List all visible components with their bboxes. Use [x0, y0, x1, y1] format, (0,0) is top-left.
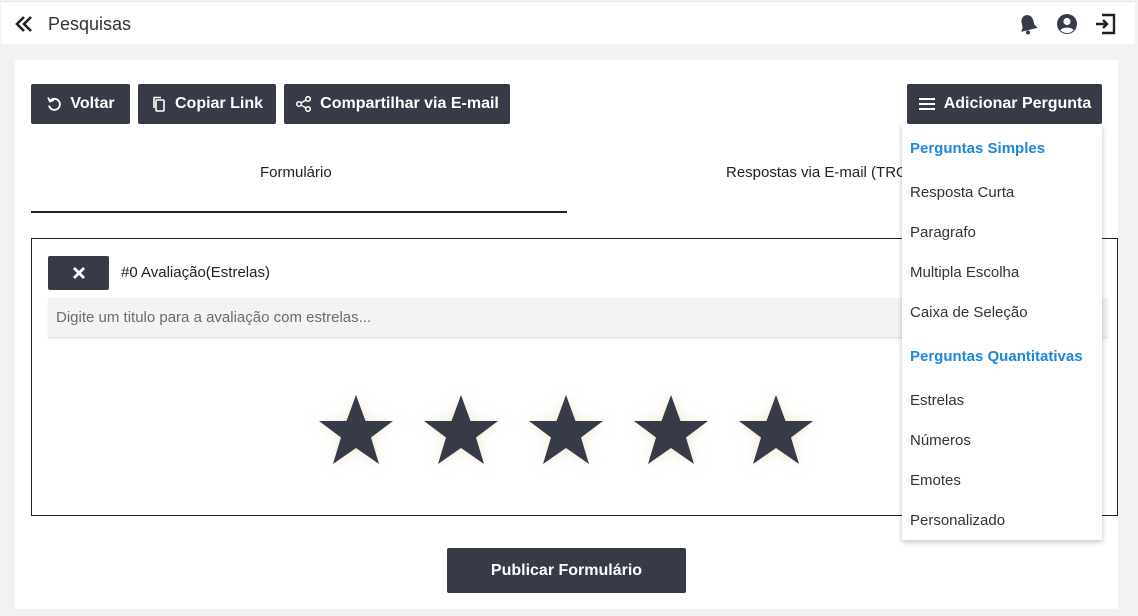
- remove-question-button[interactable]: [48, 256, 109, 290]
- star-icon[interactable]: [316, 391, 396, 471]
- active-tab-indicator: [31, 211, 567, 213]
- undo-icon: [47, 97, 62, 111]
- double-chevron-left-icon[interactable]: [14, 14, 34, 34]
- top-bar: Pesquisas: [1, 1, 1135, 44]
- menu-item-emotes[interactable]: Emotes: [910, 472, 961, 489]
- menu-item-checkbox[interactable]: Caixa de Seleção: [910, 304, 1028, 321]
- logout-icon[interactable]: [1094, 13, 1118, 35]
- star-icon[interactable]: [421, 391, 501, 471]
- menu-item-short-answer[interactable]: Resposta Curta: [910, 184, 1014, 201]
- publish-form-button[interactable]: Publicar Formulário: [447, 548, 686, 593]
- menu-item-paragraph[interactable]: Paragrafo: [910, 224, 976, 241]
- back-button[interactable]: Voltar: [31, 84, 130, 124]
- tab-email-responses[interactable]: Respostas via E-mail (TRO: [726, 164, 908, 181]
- menu-icon: [918, 98, 935, 110]
- tab-formulario[interactable]: Formulário: [260, 164, 332, 181]
- simple-questions-header: Perguntas Simples: [910, 140, 1046, 157]
- question-label: #0 Avaliação(Estrelas): [121, 264, 270, 281]
- add-question-button[interactable]: Adicionar Pergunta: [907, 84, 1102, 124]
- page-title: Pesquisas: [48, 14, 132, 34]
- star-icon[interactable]: [631, 391, 711, 471]
- add-question-dropdown: Perguntas Simples Resposta Curta Paragra…: [902, 124, 1102, 540]
- quantitative-questions-header: Perguntas Quantitativas: [910, 348, 1083, 365]
- close-icon: [72, 267, 85, 279]
- back-button-label: Voltar: [70, 95, 115, 112]
- menu-item-multiple-choice[interactable]: Multipla Escolha: [910, 264, 1019, 281]
- star-icon[interactable]: [526, 391, 606, 471]
- user-circle-icon[interactable]: [1056, 13, 1078, 35]
- share-email-button[interactable]: Compartilhar via E-mail: [284, 84, 510, 124]
- copy-link-label: Copiar Link: [174, 95, 263, 112]
- star-icon[interactable]: [736, 391, 816, 471]
- menu-item-numbers[interactable]: Números: [910, 432, 971, 449]
- share-email-label: Compartilhar via E-mail: [320, 95, 499, 112]
- bell-icon[interactable]: [1017, 13, 1039, 35]
- copy-link-button[interactable]: Copiar Link: [138, 84, 276, 124]
- copy-icon: [153, 96, 165, 112]
- add-question-label: Adicionar Pergunta: [943, 95, 1092, 112]
- menu-item-stars[interactable]: Estrelas: [910, 392, 964, 409]
- share-icon: [296, 96, 312, 112]
- menu-item-custom[interactable]: Personalizado: [910, 512, 1005, 529]
